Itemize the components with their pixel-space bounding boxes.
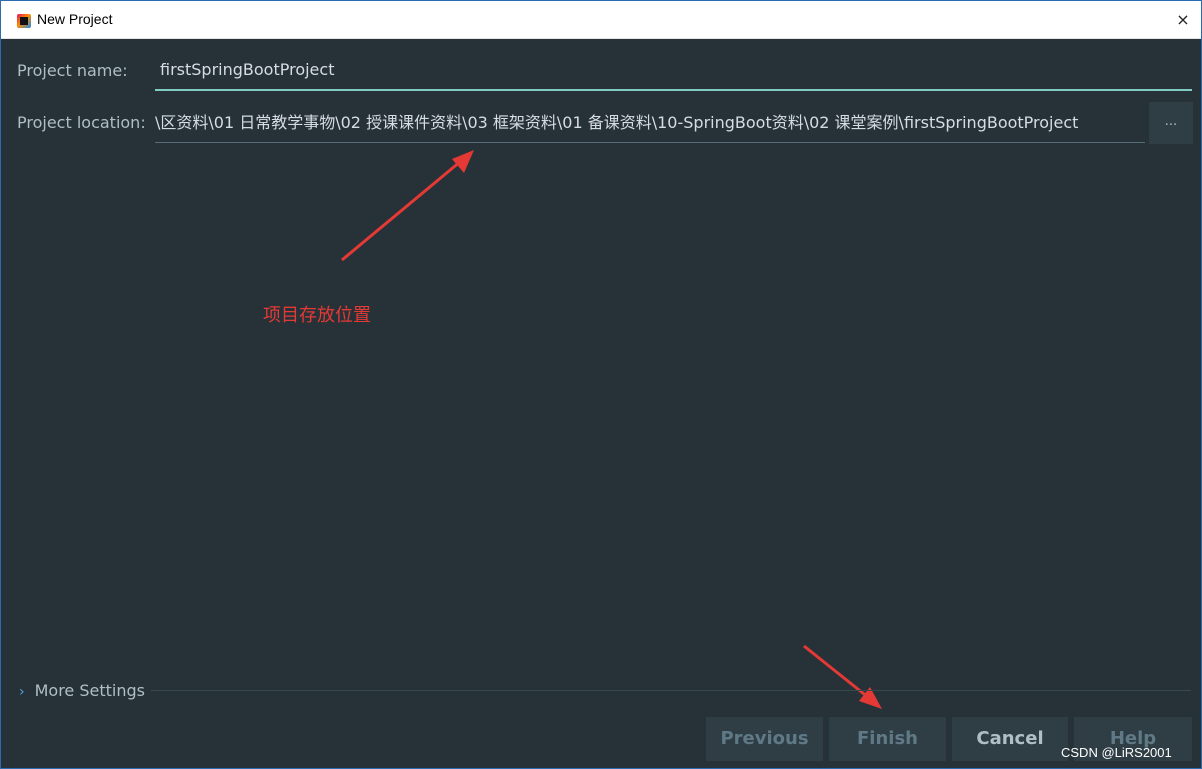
chevron-right-icon: › xyxy=(19,684,25,700)
browse-button[interactable]: ... xyxy=(1149,102,1193,144)
project-name-label: Project name: xyxy=(17,61,128,80)
more-settings-label: More Settings xyxy=(34,681,145,700)
cancel-button[interactable]: Cancel xyxy=(952,717,1068,761)
project-name-label-text: Project name: xyxy=(17,61,128,80)
project-location-value: \区资料\01 日常教学事物\02 授课课件资料\03 框架资料\01 备课资料… xyxy=(155,113,1079,132)
close-button[interactable]: × xyxy=(1165,1,1201,39)
finish-button[interactable]: Finish xyxy=(829,717,946,761)
window-title: New Project xyxy=(37,11,113,27)
annotation-arrow-location-head xyxy=(452,150,474,173)
intellij-app-icon xyxy=(17,14,31,28)
project-location-input[interactable]: \区资料\01 日常教学事物\02 授课课件资料\03 框架资料\01 备课资料… xyxy=(155,105,1145,143)
project-name-input[interactable]: firstSpringBootProject xyxy=(155,53,1192,91)
annotation-label: 项目存放位置 xyxy=(263,305,371,326)
previous-button[interactable]: Previous xyxy=(706,717,823,761)
help-button[interactable]: Help xyxy=(1074,717,1192,761)
project-location-label: Project location: xyxy=(17,113,146,132)
title-bar: New Project × xyxy=(1,1,1201,39)
annotation-arrow-location-shaft xyxy=(341,159,462,262)
settings-divider xyxy=(151,690,1191,691)
project-name-value: firstSpringBootProject xyxy=(160,60,335,79)
project-location-label-text: Project location: xyxy=(17,113,146,132)
more-settings-toggle[interactable]: › More Settings xyxy=(19,681,145,700)
new-project-dialog: New Project × Project name: firstSpringB… xyxy=(0,0,1202,769)
